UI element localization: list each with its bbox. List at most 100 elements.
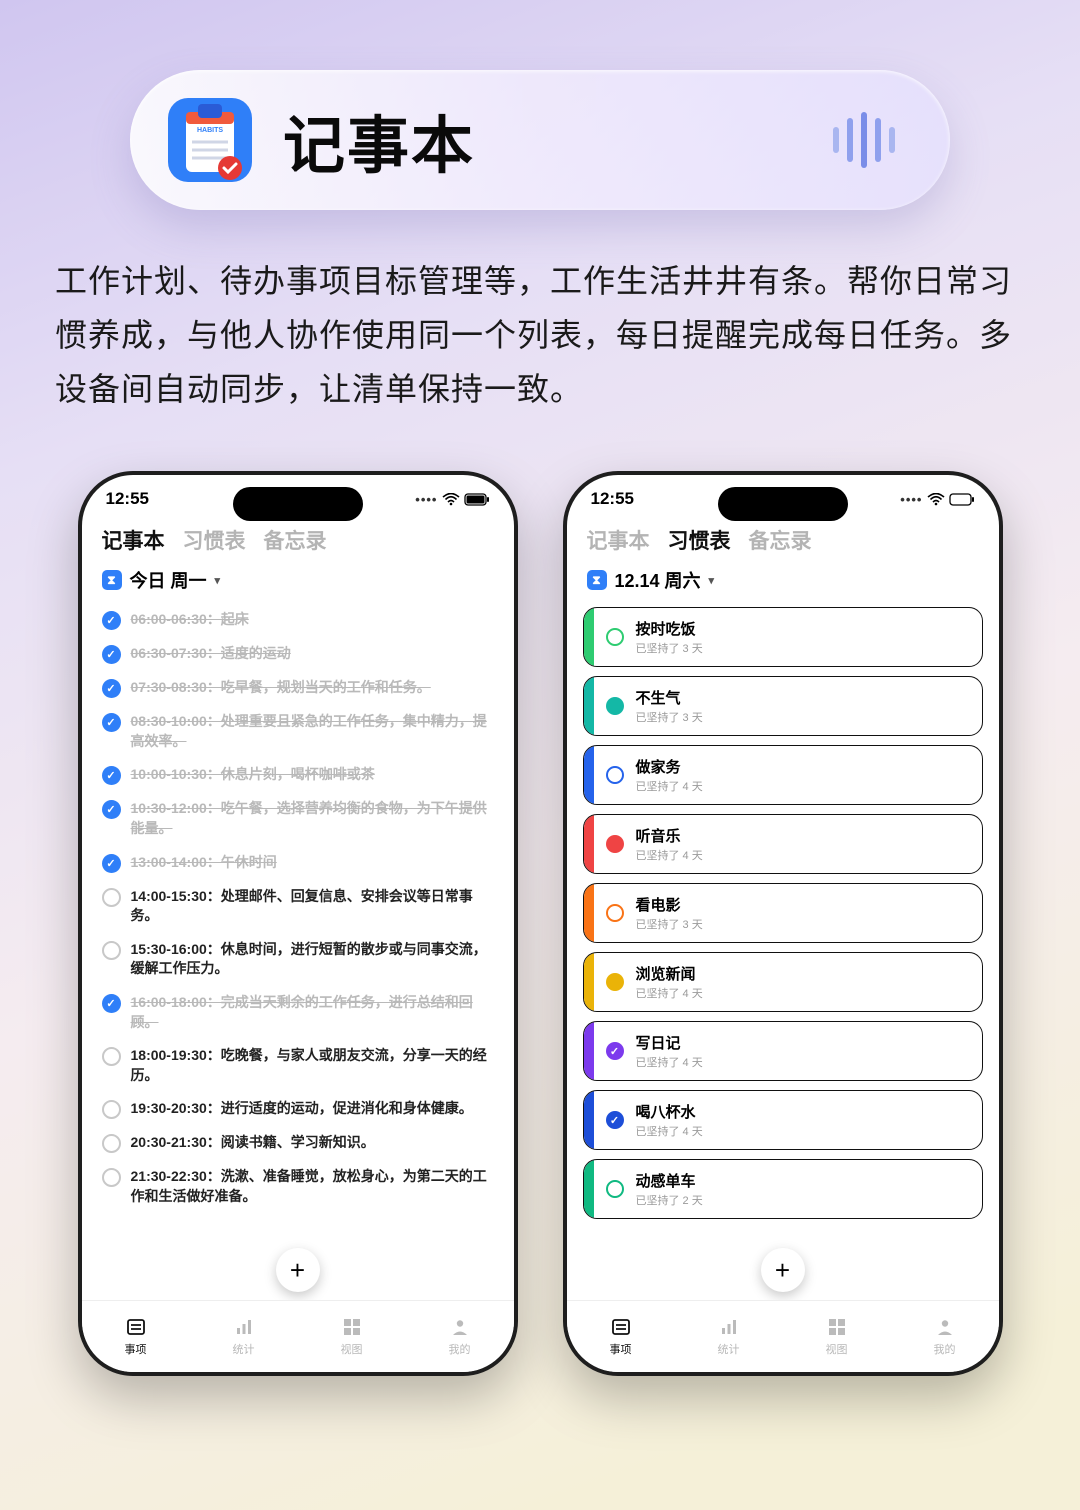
tab-notebook[interactable]: 记事本 <box>102 525 165 555</box>
task-row[interactable]: 10:30-12:00：吃午餐，选择营养均衡的食物，为下午提供能量。 <box>100 792 496 845</box>
habit-status-dot <box>606 835 624 853</box>
task-text: 07:30-08:30：吃早餐，规划当天的工作和任务。 <box>131 678 431 698</box>
date-selector[interactable]: ⧗ 12.14 周六 ▾ <box>567 561 999 603</box>
habit-status-dot <box>606 1180 624 1198</box>
nav-me[interactable]: 我的 <box>934 1316 956 1357</box>
habit-card[interactable]: 按时吃饭已坚持了 3 天 <box>583 607 983 667</box>
add-button[interactable]: + <box>761 1248 805 1292</box>
habit-card[interactable]: ✓写日记已坚持了 4 天 <box>583 1021 983 1081</box>
task-text: 19:30-20:30：进行适度的运动，促进消化和身体健康。 <box>131 1099 473 1119</box>
task-row[interactable]: 21:30-22:30：洗漱、准备睡觉，放松身心，为第二天的工作和生活做好准备。 <box>100 1160 496 1213</box>
nav-me[interactable]: 我的 <box>449 1316 471 1357</box>
task-checkbox[interactable] <box>102 1134 121 1153</box>
task-checkbox[interactable] <box>102 679 121 698</box>
task-row[interactable]: 10:00-10:30：休息片刻，喝杯咖啡或茶 <box>100 758 496 792</box>
nav-stats[interactable]: 统计 <box>718 1316 740 1357</box>
bottom-nav: 事项 统计 视图 我的 <box>567 1300 999 1372</box>
nav-items[interactable]: 事项 <box>125 1316 147 1357</box>
task-row[interactable]: 19:30-20:30：进行适度的运动，促进消化和身体健康。 <box>100 1092 496 1126</box>
habit-status-dot <box>606 766 624 784</box>
habit-card[interactable]: 看电影已坚持了 3 天 <box>583 883 983 943</box>
clock: 12:55 <box>591 489 634 509</box>
habit-card[interactable]: 不生气已坚持了 3 天 <box>583 676 983 736</box>
svg-text:HABITS: HABITS <box>197 127 223 134</box>
task-text: 15:30-16:00：休息时间，进行短暂的散步或与同事交流，缓解工作压力。 <box>131 940 494 979</box>
task-text: 14:00-15:30：处理邮件、回复信息、安排会议等日常事务。 <box>131 887 494 926</box>
task-row[interactable]: 18:00-19:30：吃晚餐，与家人或朋友交流，分享一天的经历。 <box>100 1039 496 1092</box>
habit-color-bar <box>584 608 594 666</box>
task-row[interactable]: 08:30-10:00：处理重要且紧急的工作任务，集中精力，提高效率。 <box>100 705 496 758</box>
notch <box>233 487 363 521</box>
top-tabs: 记事本 习惯表 备忘录 <box>567 515 999 561</box>
task-row[interactable]: 13:00-14:00：午休时间 <box>100 846 496 880</box>
tab-memo[interactable]: 备忘录 <box>749 525 812 555</box>
task-row[interactable]: 16:00-18:00：完成当天剩余的工作任务，进行总结和回顾。 <box>100 986 496 1039</box>
tab-notebook[interactable]: 记事本 <box>587 525 650 555</box>
add-button[interactable]: + <box>276 1248 320 1292</box>
habit-name: 看电影 <box>636 894 703 915</box>
task-row[interactable]: 06:30-07:30：适度的运动 <box>100 637 496 671</box>
task-text: 18:00-19:30：吃晚餐，与家人或朋友交流，分享一天的经历。 <box>131 1046 494 1085</box>
date-label: 12.14 周六 <box>615 567 701 593</box>
habit-sub: 已坚持了 4 天 <box>636 985 703 1001</box>
task-checkbox[interactable] <box>102 1100 121 1119</box>
habit-sub: 已坚持了 4 天 <box>636 847 703 863</box>
task-checkbox[interactable] <box>102 800 121 819</box>
habit-name: 不生气 <box>636 687 703 708</box>
habit-color-bar <box>584 1091 594 1149</box>
task-row[interactable]: 06:00-06:30：起床 <box>100 603 496 637</box>
task-text: 10:00-10:30：休息片刻，喝杯咖啡或茶 <box>131 765 375 785</box>
task-checkbox[interactable] <box>102 766 121 785</box>
task-checkbox[interactable] <box>102 713 121 732</box>
tab-habits[interactable]: 习惯表 <box>668 525 731 555</box>
bottom-nav: 事项 统计 视图 我的 <box>82 1300 514 1372</box>
task-checkbox[interactable] <box>102 994 121 1013</box>
habit-card[interactable]: ✓喝八杯水已坚持了 4 天 <box>583 1090 983 1150</box>
habit-status-dot <box>606 628 624 646</box>
chevron-down-icon: ▾ <box>709 574 715 587</box>
date-selector[interactable]: ⧗ 今日 周一 ▾ <box>82 561 514 603</box>
nav-views[interactable]: 视图 <box>826 1316 848 1357</box>
habit-status-dot <box>606 973 624 991</box>
habit-name: 喝八杯水 <box>636 1101 703 1122</box>
date-label: 今日 周一 <box>130 567 207 593</box>
task-text: 16:00-18:00：完成当天剩余的工作任务，进行总结和回顾。 <box>131 993 494 1032</box>
habit-status-dot <box>606 697 624 715</box>
habit-sub: 已坚持了 3 天 <box>636 916 703 932</box>
tab-habits[interactable]: 习惯表 <box>183 525 246 555</box>
habit-card[interactable]: 做家务已坚持了 4 天 <box>583 745 983 805</box>
nav-views[interactable]: 视图 <box>341 1316 363 1357</box>
habit-name: 按时吃饭 <box>636 618 703 639</box>
task-list: 06:00-06:30：起床06:30-07:30：适度的运动 07:30-08:… <box>82 603 514 1213</box>
habit-name: 动感单车 <box>636 1170 703 1191</box>
phone-notebook: 12:55 •••• 记事本 习惯表 备忘录 ⧗ 今日 周一 ▾ 06:00-0… <box>78 471 518 1376</box>
nav-stats[interactable]: 统计 <box>233 1316 255 1357</box>
task-row[interactable]: 20:30-21:30：阅读书籍、学习新知识。 <box>100 1126 496 1160</box>
habit-name: 听音乐 <box>636 825 703 846</box>
task-checkbox[interactable] <box>102 611 121 630</box>
chevron-down-icon: ▾ <box>215 574 221 587</box>
task-text: 08:30-10:00：处理重要且紧急的工作任务，集中精力，提高效率。 <box>131 712 494 751</box>
habit-card[interactable]: 动感单车已坚持了 2 天 <box>583 1159 983 1219</box>
task-checkbox[interactable] <box>102 888 121 907</box>
task-row[interactable]: 15:30-16:00：休息时间，进行短暂的散步或与同事交流，缓解工作压力。 <box>100 933 496 986</box>
habit-name: 写日记 <box>636 1032 703 1053</box>
habit-color-bar <box>584 677 594 735</box>
task-checkbox[interactable] <box>102 941 121 960</box>
task-checkbox[interactable] <box>102 1047 121 1066</box>
habit-color-bar <box>584 953 594 1011</box>
voice-wave-icon <box>833 112 895 168</box>
task-row[interactable]: 07:30-08:30：吃早餐，规划当天的工作和任务。 <box>100 671 496 705</box>
nav-items[interactable]: 事项 <box>610 1316 632 1357</box>
task-checkbox[interactable] <box>102 1168 121 1187</box>
habit-card[interactable]: 浏览新闻已坚持了 4 天 <box>583 952 983 1012</box>
task-row[interactable]: 14:00-15:30：处理邮件、回复信息、安排会议等日常事务。 <box>100 880 496 933</box>
task-checkbox[interactable] <box>102 645 121 664</box>
habit-sub: 已坚持了 4 天 <box>636 1054 703 1070</box>
tab-memo[interactable]: 备忘录 <box>264 525 327 555</box>
task-text: 10:30-12:00：吃午餐，选择营养均衡的食物，为下午提供能量。 <box>131 799 494 838</box>
habit-sub: 已坚持了 2 天 <box>636 1192 703 1208</box>
task-checkbox[interactable] <box>102 854 121 873</box>
habit-card[interactable]: 听音乐已坚持了 4 天 <box>583 814 983 874</box>
habit-sub: 已坚持了 3 天 <box>636 640 703 656</box>
